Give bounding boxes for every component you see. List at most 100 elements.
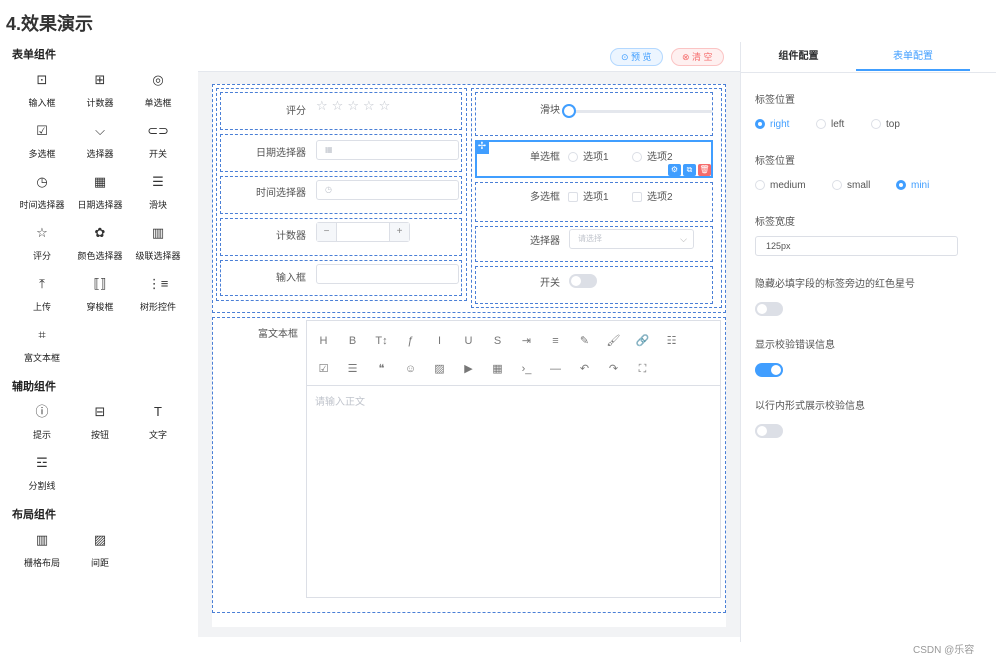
palette-item-input-box[interactable]: ⊡ 输入框 (13, 68, 71, 119)
radio-circle[interactable] (896, 180, 906, 191)
switch-toggle[interactable] (569, 274, 597, 288)
palette-item-clock[interactable]: ◷ 时间选择器 (13, 170, 71, 221)
star-icon[interactable]: ☆ (363, 98, 379, 113)
settings-icon[interactable]: ⚙ (668, 164, 681, 176)
richtext-tool-button[interactable]: ☷ (657, 334, 686, 347)
richtext-tool-button[interactable]: ⇥ (512, 334, 541, 347)
radio-option-1[interactable]: 选项1 (568, 148, 609, 163)
counter-input[interactable]: − + (316, 222, 410, 242)
palette-item-cascader[interactable]: ▥ 级联选择器 (129, 221, 187, 272)
richtext-tool-button[interactable]: T↕ (367, 335, 396, 347)
size-small[interactable]: small (832, 180, 870, 191)
palette-item-info[interactable]: ⓘ 提示 (13, 400, 71, 451)
label-position-left[interactable]: left (816, 119, 844, 130)
richtext-tool-button[interactable]: ƒ (396, 335, 425, 347)
label-position-top[interactable]: top (871, 119, 900, 130)
size-medium[interactable]: medium (755, 180, 806, 191)
star-icon[interactable]: ☆ (332, 98, 348, 113)
inline-error-switch[interactable] (755, 424, 783, 438)
drag-move-icon[interactable]: ✢ (475, 140, 489, 154)
palette-item-counter[interactable]: ⊞ 计数器 (71, 68, 129, 119)
slider-track[interactable] (564, 110, 712, 113)
hide-required-switch[interactable] (755, 302, 783, 316)
checkbox-square[interactable] (632, 192, 642, 203)
palette-item-checkbox[interactable]: ☑ 多选框 (13, 119, 71, 170)
show-error-switch[interactable] (755, 363, 783, 377)
time-picker-input[interactable]: ◷ (316, 180, 459, 200)
richtext-tool-button[interactable]: ↷ (599, 362, 628, 375)
richtext-tool-button[interactable]: ✎ (570, 334, 599, 347)
label-width-input[interactable]: 125px (755, 236, 958, 256)
preview-button[interactable]: ⊙ 预 览 (610, 48, 663, 66)
form-item-slider[interactable] (475, 92, 713, 136)
richtext-tool-button[interactable]: ▶ (454, 362, 483, 375)
radio-circle[interactable] (832, 180, 842, 191)
richtext-tool-button[interactable]: S (483, 335, 512, 347)
richtext-tool-button[interactable]: ☺ (396, 363, 425, 375)
radio-option-2[interactable]: 选项2 (632, 148, 673, 163)
radio-circle[interactable] (568, 152, 578, 163)
richtext-tool-button[interactable]: 🔗 (628, 334, 657, 347)
richtext-tool-button[interactable]: B (338, 335, 367, 347)
radio-circle[interactable] (632, 152, 642, 163)
counter-minus-button[interactable]: − (317, 223, 337, 241)
checkbox-square[interactable] (568, 192, 578, 203)
richtext-tool-button[interactable]: ☰ (338, 362, 367, 375)
cascader-icon: ▥ (151, 225, 165, 240)
tab-form-config[interactable]: 表单配置 (856, 42, 970, 71)
label-position-right[interactable]: right (755, 119, 789, 130)
richtext-tool-button[interactable]: ↶ (570, 362, 599, 375)
richtext-tool-button[interactable]: ❝ (367, 362, 396, 375)
star-icon[interactable]: ☆ (379, 98, 395, 113)
palette-item-divider[interactable]: ☲ 分割线 (13, 451, 71, 502)
richtext-tool-button[interactable]: ⛶ (628, 363, 657, 376)
date-picker-input[interactable]: ▦ (316, 140, 459, 160)
palette-item-rich-text[interactable]: ⌗ 富文本框 (13, 323, 71, 374)
radio-circle[interactable] (871, 119, 881, 130)
richtext-tool-button[interactable]: ▦ (483, 362, 512, 375)
palette-item-button[interactable]: ⊟ 按钮 (71, 400, 129, 451)
palette-item-calendar[interactable]: ▦ 日期选择器 (71, 170, 129, 221)
star-icon[interactable]: ☆ (316, 98, 332, 113)
richtext-tool-button[interactable]: ▨ (425, 362, 454, 375)
palette-item-transfer[interactable]: ⟦⟧ 穿梭框 (71, 272, 129, 323)
richtext-tool-button[interactable]: ≡ (541, 335, 570, 347)
richtext-editor[interactable]: H B T↕ ƒ I U S ⇥ ≡ ✎ 🖌 🔗 ☷ ☑ ☰ ❝ ☺ ▨ ▶ ▦ ›_ — ↶ ↷ ⛶ 请输入正文 (306, 320, 721, 598)
slider-handle[interactable] (562, 104, 576, 118)
text-input[interactable] (316, 264, 459, 284)
richtext-tool-button[interactable]: I (425, 335, 454, 347)
palette-item-radio[interactable]: ◎ 单选框 (129, 68, 187, 119)
radio-circle[interactable] (755, 180, 765, 191)
palette-item-upload[interactable]: ⤒ 上传 (13, 272, 71, 323)
checkbox-option-1[interactable]: 选项1 (568, 188, 609, 203)
checkbox-option-2[interactable]: 选项2 (632, 188, 673, 203)
palette-item-grid[interactable]: ▥ 栅格布局 (13, 528, 71, 579)
palette-item-star[interactable]: ☆ 评分 (13, 221, 71, 272)
richtext-tool-button[interactable]: ☑ (309, 362, 338, 375)
radio-circle[interactable] (816, 119, 826, 130)
richtext-tool-button[interactable]: — (541, 363, 570, 375)
delete-icon[interactable]: 🗑 (698, 164, 711, 176)
counter-plus-button[interactable]: + (389, 223, 409, 241)
form-canvas[interactable]: 评分 ☆☆☆☆☆ 日期选择器 ▦ 时间选择器 ◷ 计数器 − + 输入框 滑块 … (212, 84, 726, 627)
radio-circle[interactable] (755, 119, 765, 130)
palette-item-text[interactable]: T 文字 (129, 400, 187, 451)
clear-button[interactable]: ⊗ 清 空 (671, 48, 724, 66)
palette-item-slider[interactable]: ☰ 滑块 (129, 170, 187, 221)
size-mini[interactable]: mini (896, 180, 929, 191)
palette-item-palette[interactable]: ✿ 颜色选择器 (71, 221, 129, 272)
palette-item-spacing[interactable]: ▨ 间距 (71, 528, 129, 579)
tab-component-config[interactable]: 组件配置 (741, 42, 856, 71)
richtext-tool-button[interactable]: H (309, 335, 338, 347)
select-input[interactable]: 请选择 ⌵ (569, 229, 694, 249)
palette-item-select[interactable]: ⌵ 选择器 (71, 119, 129, 170)
richtext-tool-button[interactable]: U (454, 335, 483, 347)
rating-stars[interactable]: ☆☆☆☆☆ (316, 98, 394, 114)
copy-icon[interactable]: ⧉ (683, 164, 696, 176)
richtext-tool-button[interactable]: 🖌 (599, 334, 628, 347)
palette-item-switch[interactable]: ⊂⊃ 开关 (129, 119, 187, 170)
richtext-tool-button[interactable]: ›_ (512, 363, 541, 375)
richtext-placeholder[interactable]: 请输入正文 (315, 393, 365, 408)
palette-item-tree[interactable]: ⋮≡ 树形控件 (129, 272, 187, 323)
star-icon[interactable]: ☆ (347, 98, 363, 113)
